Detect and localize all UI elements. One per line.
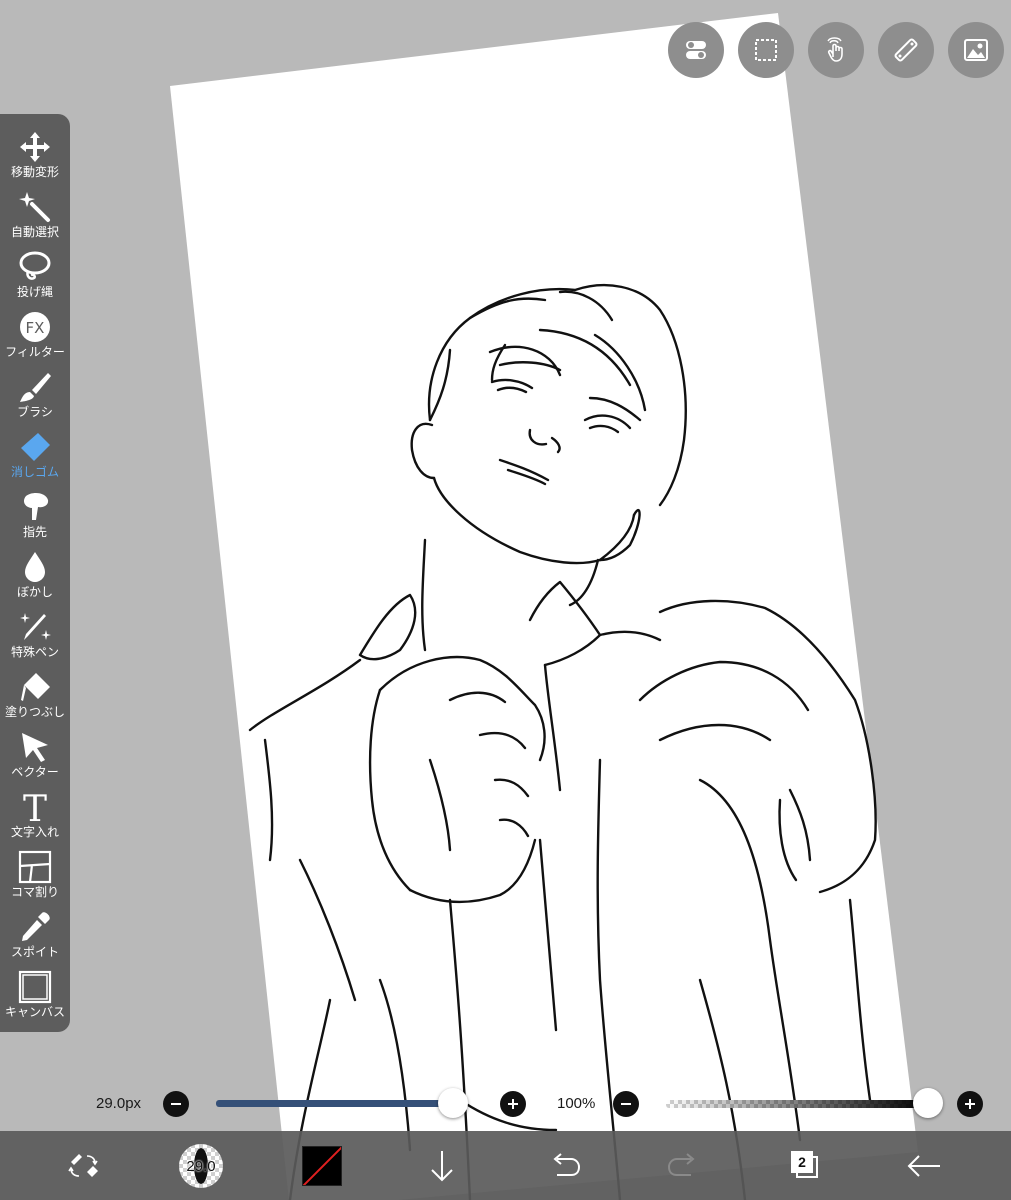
- minus-icon: [621, 1103, 631, 1105]
- lasso-icon: [19, 251, 51, 280]
- tool-label: コマ割り: [10, 885, 59, 899]
- brush-preview: 29.0: [179, 1143, 223, 1188]
- ruler-icon: [894, 38, 918, 62]
- back-button[interactable]: [904, 1131, 944, 1200]
- plus-icon: [965, 1099, 975, 1109]
- tool-lasso[interactable]: 投げ縄: [0, 240, 70, 300]
- opacity-slider[interactable]: [666, 1100, 928, 1108]
- opacity-knob[interactable]: [913, 1088, 943, 1118]
- tool-special-pen[interactable]: 特殊ペン: [0, 600, 70, 660]
- selection-button[interactable]: [738, 22, 794, 78]
- tool-label: 塗りつぶし: [4, 705, 66, 719]
- blur-drop-icon: [25, 552, 45, 582]
- tool-label: 移動変形: [10, 165, 59, 179]
- tool-label: 投げ縄: [16, 285, 53, 299]
- material-image-icon: [964, 39, 988, 61]
- tool-label: ベクター: [11, 765, 59, 779]
- top-toolbar: [668, 22, 1004, 78]
- layers-icon: 2: [791, 1150, 821, 1181]
- tool-eraser[interactable]: 消しゴム: [0, 420, 70, 480]
- size-increase-button[interactable]: [500, 1091, 526, 1117]
- svg-text:FX: FX: [26, 319, 45, 337]
- arrow-down-icon: [431, 1150, 453, 1181]
- ruler-button[interactable]: [878, 22, 934, 78]
- brush-size-slider[interactable]: [216, 1100, 460, 1107]
- tool-text[interactable]: T 文字入れ: [0, 780, 70, 840]
- brush-size-label: 29.0px: [96, 1095, 142, 1112]
- swap-pen-eraser-icon: [68, 1153, 98, 1177]
- undo-icon: [553, 1152, 581, 1176]
- size-decrease-button[interactable]: [163, 1091, 189, 1117]
- toggle-button[interactable]: [668, 22, 724, 78]
- redo-button[interactable]: [664, 1131, 704, 1200]
- move-transform-icon: [20, 132, 50, 162]
- brush-size-preview-button[interactable]: 29.0: [178, 1131, 224, 1200]
- vector-arrow-icon: [22, 733, 48, 762]
- fx-filter-icon: FX: [20, 312, 50, 342]
- tool-panel: 移動変形 自動選択 投げ縄 FX フィルター ブラシ 消しゴム 指先 ぼかし 特…: [0, 114, 70, 1032]
- tool-label: 指先: [22, 525, 47, 539]
- tool-frame-divider[interactable]: コマ割り: [0, 840, 70, 900]
- minus-icon: [171, 1103, 181, 1105]
- eyedropper-icon: [22, 912, 50, 941]
- tool-brush[interactable]: ブラシ: [0, 360, 70, 420]
- tool-blur[interactable]: ぼかし: [0, 540, 70, 600]
- brush-icon: [20, 373, 51, 402]
- tool-label: スポイト: [10, 945, 59, 959]
- svg-text:T: T: [23, 790, 47, 824]
- tool-canvas[interactable]: キャンバス: [0, 960, 70, 1020]
- layer-count: 2: [791, 1150, 813, 1173]
- layer-down-button[interactable]: [422, 1131, 462, 1200]
- special-pen-icon: [20, 613, 51, 640]
- tool-label: キャンバス: [4, 1005, 65, 1019]
- tool-smudge[interactable]: 指先: [0, 480, 70, 540]
- magic-wand-icon: [19, 192, 50, 222]
- tool-eyedropper[interactable]: スポイト: [0, 900, 70, 960]
- color-picker-button[interactable]: [300, 1131, 344, 1200]
- touch-gesture-icon: [827, 37, 843, 62]
- undo-button[interactable]: [544, 1131, 584, 1200]
- gesture-button[interactable]: [808, 22, 864, 78]
- tool-move-transform[interactable]: 移動変形: [0, 120, 70, 180]
- tool-vector[interactable]: ベクター: [0, 720, 70, 780]
- arrow-left-icon: [907, 1154, 940, 1177]
- tool-filter[interactable]: FX フィルター: [0, 300, 70, 360]
- brush-size-knob[interactable]: [437, 1088, 468, 1118]
- tool-label: ぼかし: [16, 585, 53, 599]
- tool-fill[interactable]: 塗りつぶし: [0, 660, 70, 720]
- drawing-canvas[interactable]: [0, 0, 1011, 1200]
- tool-magic-wand[interactable]: 自動選択: [0, 180, 70, 240]
- tool-label: 特殊ペン: [10, 645, 59, 659]
- tool-label: フィルター: [5, 345, 65, 359]
- layers-button[interactable]: 2: [786, 1131, 826, 1200]
- tool-label: ブラシ: [17, 405, 53, 419]
- toggle-icon: [686, 41, 706, 59]
- current-color-swatch: [302, 1145, 342, 1186]
- bottom-toolbar: 29.0 2: [0, 1131, 1011, 1200]
- opacity-decrease-button[interactable]: [613, 1091, 639, 1117]
- canvas-icon: [18, 970, 52, 1004]
- smudge-icon: [23, 492, 49, 520]
- tool-label: 消しゴム: [10, 465, 59, 479]
- selection-icon: [755, 39, 777, 61]
- opacity-increase-button[interactable]: [957, 1091, 983, 1117]
- material-button[interactable]: [948, 22, 1004, 78]
- brush-size-value: 29.0: [186, 1157, 216, 1175]
- plus-icon: [508, 1099, 518, 1109]
- frame-divider-icon: [18, 850, 52, 884]
- fill-bucket-icon: [21, 673, 50, 701]
- redo-icon: [667, 1152, 695, 1176]
- tool-label: 文字入れ: [10, 825, 59, 839]
- swap-brush-eraser-button[interactable]: [60, 1131, 106, 1200]
- eraser-icon: [21, 433, 50, 461]
- tool-label: 自動選択: [10, 225, 59, 239]
- text-icon: T: [23, 790, 47, 824]
- slider-row: 29.0px 100%: [0, 1086, 1011, 1122]
- opacity-label: 100%: [557, 1095, 596, 1112]
